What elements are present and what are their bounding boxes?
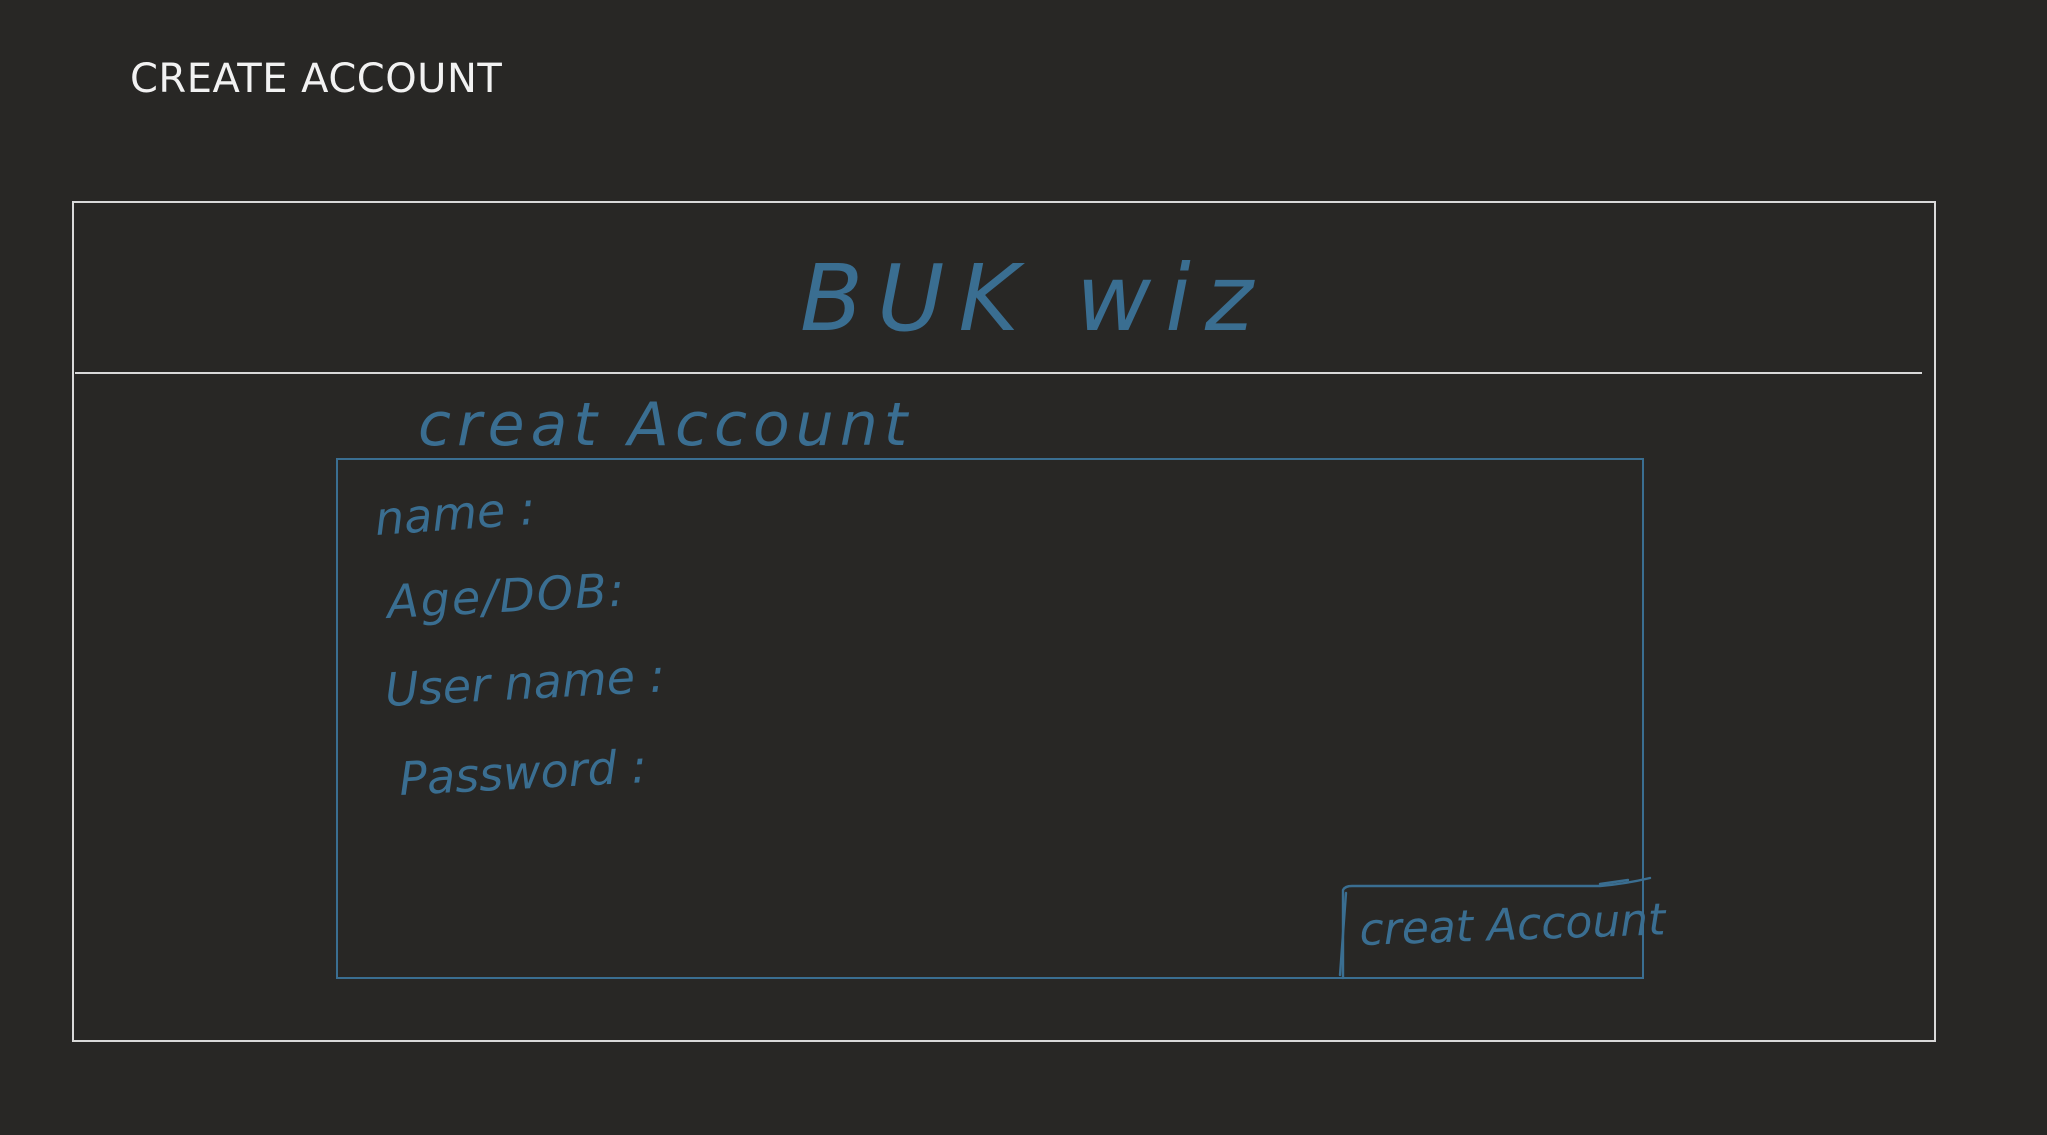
username-input[interactable]: [625, 660, 1610, 720]
password-input[interactable]: [645, 745, 1610, 805]
age-dob-input[interactable]: [600, 575, 1610, 635]
create-account-button[interactable]: [1342, 884, 1642, 976]
slide-title: CREATE ACCOUNT: [130, 56, 503, 102]
header-divider: [75, 372, 1922, 374]
name-input[interactable]: [590, 510, 1610, 570]
